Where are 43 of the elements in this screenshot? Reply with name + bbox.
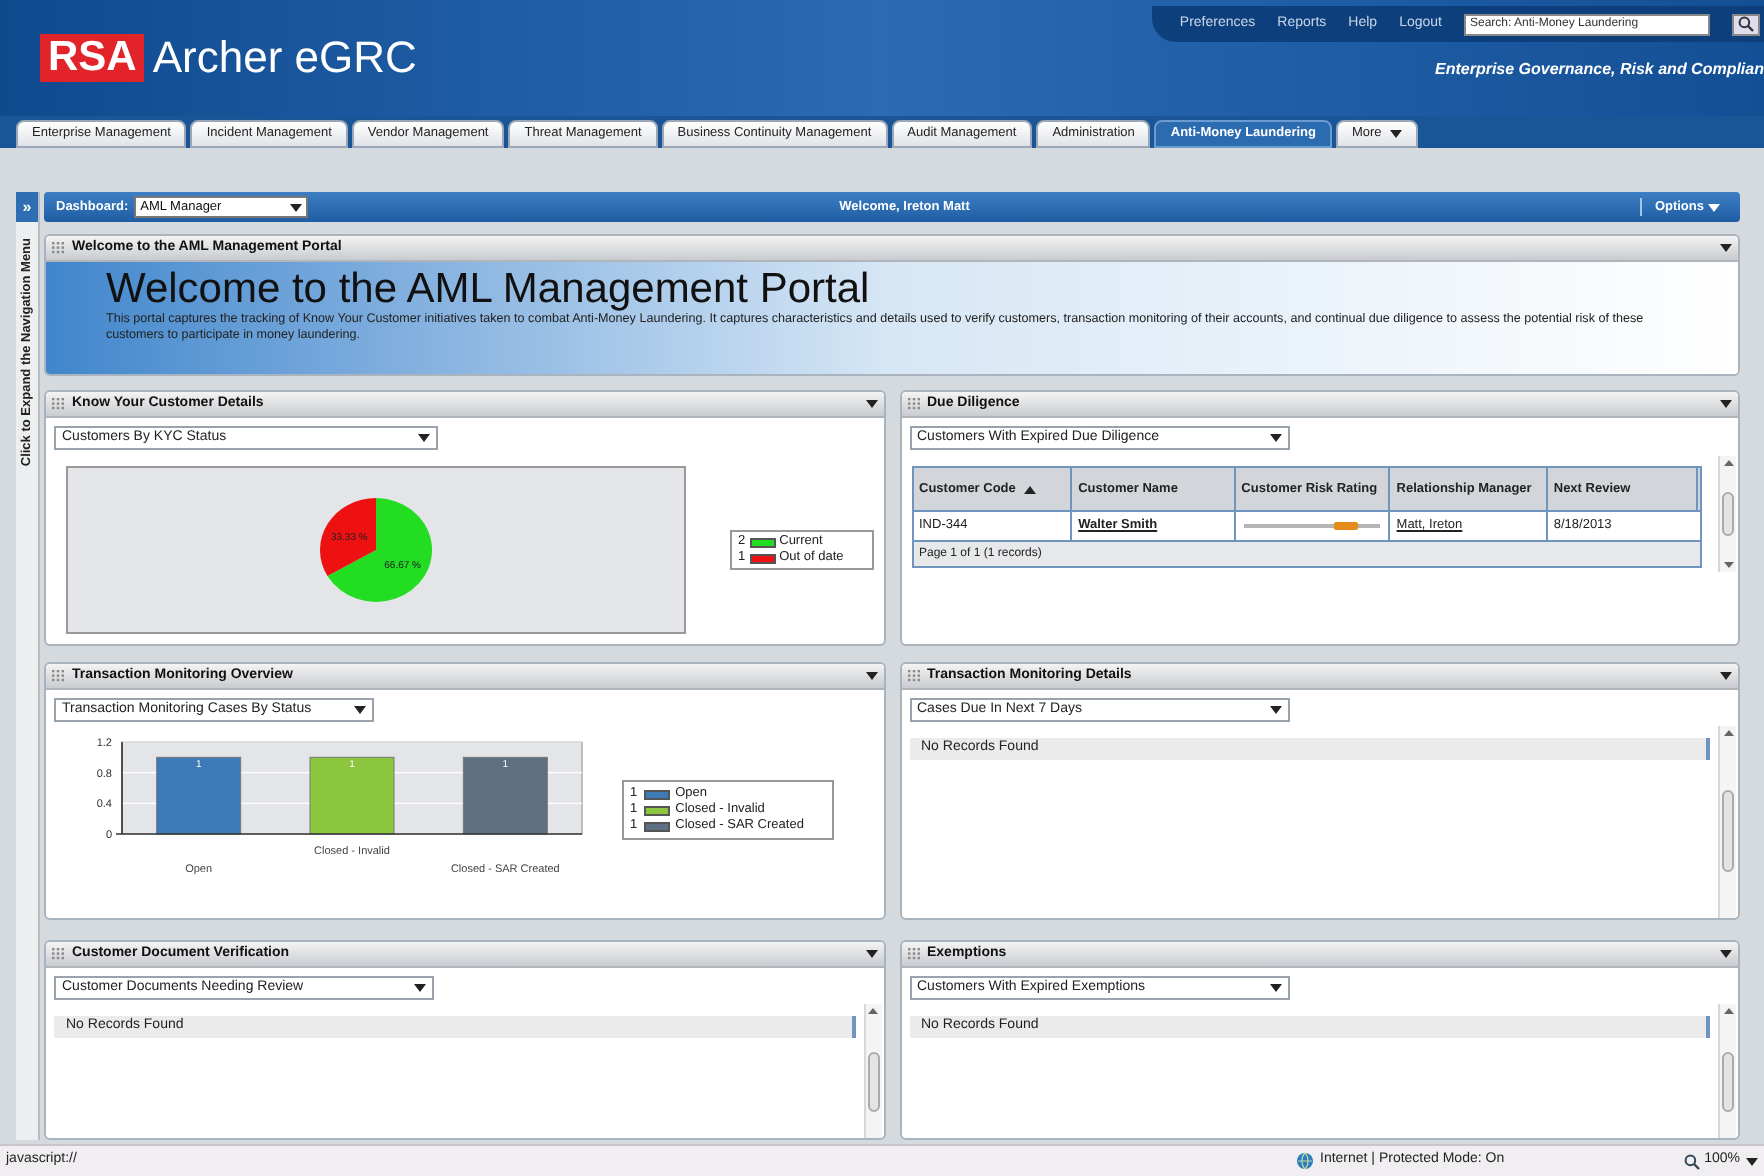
zoom-icon[interactable]	[1684, 1153, 1701, 1169]
scrollbar[interactable]	[1718, 456, 1736, 572]
scrollbar[interactable]	[863, 1004, 881, 1138]
caret-icon	[1389, 130, 1402, 138]
scroll-up-icon[interactable]	[868, 1008, 878, 1014]
search-button[interactable]	[1732, 13, 1760, 35]
caret-icon	[1746, 1157, 1758, 1165]
caret-icon	[290, 203, 303, 211]
grip-icon[interactable]	[907, 670, 921, 682]
caret-icon	[354, 706, 366, 714]
caret-icon	[1708, 203, 1720, 211]
scroll-down-icon[interactable]	[1723, 562, 1733, 568]
caret-icon	[865, 950, 877, 958]
grip-icon[interactable]	[52, 398, 66, 410]
caret-icon	[1720, 950, 1732, 958]
caret-icon	[418, 434, 430, 442]
grip-icon[interactable]	[907, 398, 921, 410]
y-axis	[121, 741, 123, 835]
caret-icon	[1269, 706, 1281, 714]
logo-mark: RSA	[40, 34, 145, 82]
expand-toggle[interactable]: »	[16, 192, 38, 222]
grip-icon[interactable]	[52, 948, 66, 960]
caret-icon	[865, 672, 877, 680]
search-icon	[1738, 16, 1754, 32]
scroll-up-icon[interactable]	[1723, 460, 1733, 466]
caret-icon	[1269, 984, 1281, 992]
logo-name: Archer eGRC	[152, 34, 417, 82]
grip-icon[interactable]	[907, 948, 921, 960]
caret-icon	[1720, 400, 1732, 408]
grip-icon[interactable]	[52, 670, 66, 682]
scrollbar[interactable]	[1718, 726, 1736, 918]
grip-icon[interactable]	[52, 242, 66, 254]
globe-icon	[1296, 1152, 1314, 1170]
caret-icon	[414, 984, 426, 992]
scroll-up-icon[interactable]	[1723, 1008, 1733, 1014]
caret-icon	[1720, 244, 1732, 252]
scrollbar[interactable]	[1718, 1004, 1736, 1138]
caret-icon	[865, 400, 877, 408]
caret-icon	[1269, 434, 1281, 442]
welcome-heading: Welcome to the AML Management Portal	[106, 266, 872, 312]
caret-icon	[1720, 672, 1732, 680]
scroll-up-icon[interactable]	[1723, 730, 1733, 736]
tagline: Enterprise Governance, Risk and Complian	[1435, 58, 1764, 82]
